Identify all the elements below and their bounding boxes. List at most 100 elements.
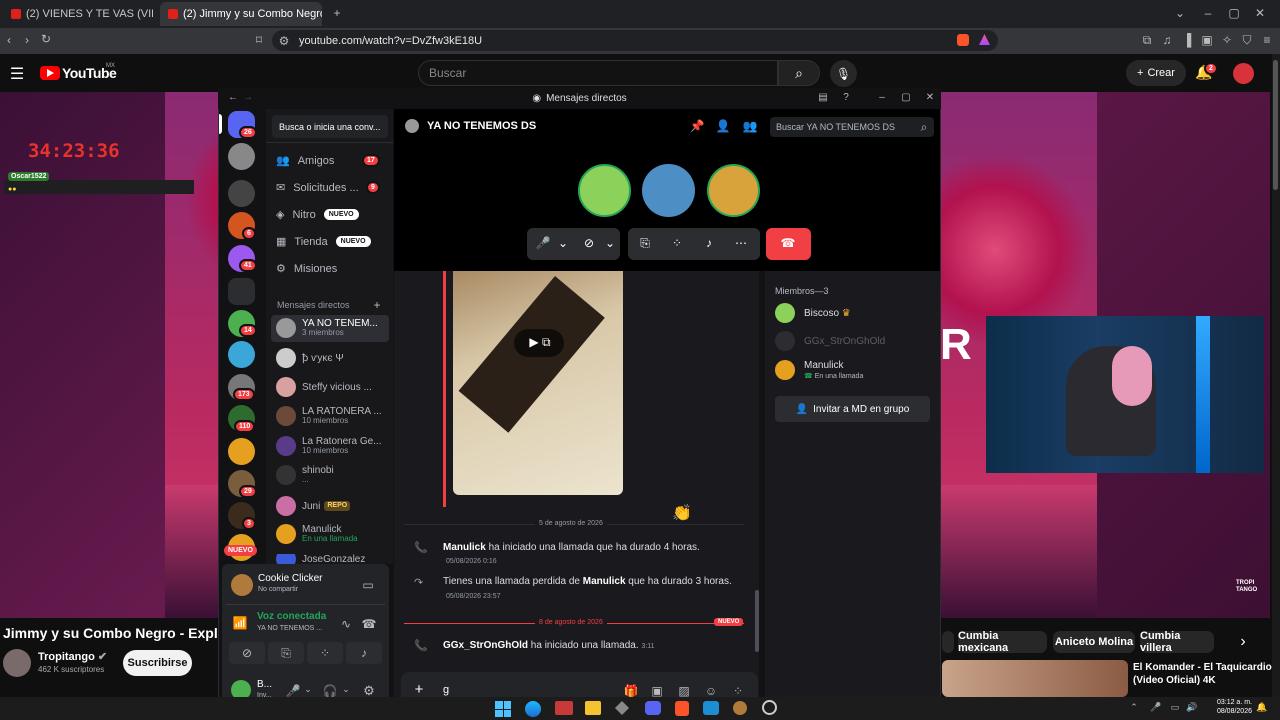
page-scrollbar-thumb[interactable] (1273, 60, 1278, 190)
taskbar-app-icon[interactable] (762, 700, 777, 715)
call-screen-share-icon[interactable]: ⎘ (638, 236, 652, 251)
channel-avatar[interactable] (3, 649, 31, 677)
subscribe-button[interactable]: Suscribirse (123, 650, 192, 676)
create-button[interactable]: + Crear (1126, 60, 1186, 86)
chip-cumbia-villera[interactable]: Cumbia villera (1140, 630, 1214, 654)
server-icon[interactable] (228, 341, 255, 368)
taskbar-app-icon[interactable] (733, 701, 747, 715)
nav-shop[interactable]: ▦ Tienda NUEVO (276, 235, 371, 248)
dm-item[interactable]: shinobi... (276, 465, 388, 485)
back-icon[interactable]: ‹ (2, 33, 16, 47)
new-tab-icon[interactable]: + (330, 6, 344, 20)
chip-cumbia-mexicana[interactable]: Cumbia mexicana (958, 630, 1047, 654)
attach-plus-icon[interactable]: + (412, 681, 426, 698)
discord-close-icon[interactable]: ✕ (924, 92, 936, 103)
url-field[interactable]: youtube.com/watch?v=DvZfw3kE18U (272, 30, 998, 51)
dm-item[interactable]: La Ratonera Ge... 10 miembros (276, 436, 388, 456)
nav-quests[interactable]: ⚙ Misiones (276, 262, 337, 276)
dm-item[interactable]: JoseGonzalez (276, 554, 388, 564)
message-user[interactable]: GGx_StrOnGhOld (443, 640, 528, 651)
nav-friends[interactable]: 👥 Amigos (276, 154, 334, 168)
server-folder-icon[interactable] (228, 278, 255, 305)
taskbar-app-icon[interactable] (703, 701, 719, 715)
help-icon[interactable]: ? (840, 92, 852, 103)
call-soundboard-icon[interactable]: ♪ (702, 236, 716, 250)
call-camera-chevron-icon[interactable]: ⌄ (605, 236, 615, 250)
microphone-icon[interactable]: 🎤 (286, 684, 301, 698)
maximize-icon[interactable]: ▢ (1228, 6, 1240, 20)
extensions-icon[interactable]: ⧉ (1140, 33, 1154, 48)
volume-icon[interactable]: 🔊 (1186, 702, 1198, 713)
recommended-thumbnail[interactable] (942, 660, 1128, 697)
dm-item[interactable]: Juni REPO (276, 496, 388, 516)
nav-requests[interactable]: ✉ Solicitudes ... (276, 181, 359, 195)
call-camera-off-icon[interactable]: ⊘ (583, 236, 595, 250)
channel-name-row[interactable]: Tropitango ✔ (38, 650, 107, 663)
brave-shield-icon[interactable] (957, 34, 969, 46)
tray-mic-icon[interactable]: 🎤 (1150, 702, 1162, 713)
dm-item[interactable]: LA RATONERA ... 10 miembros (276, 406, 388, 426)
chat-scrollbar-thumb[interactable] (755, 590, 759, 652)
hamburger-icon[interactable]: ☰ (9, 64, 25, 84)
voice-search-button[interactable]: 🎙 (830, 60, 857, 87)
site-info-icon[interactable]: ⚙ (278, 34, 290, 48)
sticker-icon[interactable]: ▨ (678, 684, 690, 698)
clock[interactable]: 03:12 a. m. 08/08/2026 (1208, 698, 1252, 716)
bookmark-icon[interactable]: ⌑ (252, 33, 266, 47)
forward-icon[interactable]: › (20, 33, 34, 47)
windows-start-icon[interactable] (495, 701, 511, 717)
dm-item[interactable]: YA NO TENEM... 3 miembros (276, 318, 388, 338)
recommended-title[interactable]: El Komander - El Taquicardio (Video Ofici… (1133, 661, 1272, 687)
call-participant-avatar[interactable] (707, 164, 760, 217)
member-name[interactable]: Manulick (804, 360, 843, 371)
soundboard-wave-icon[interactable]: ∿ (340, 617, 352, 631)
account-avatar[interactable] (1233, 63, 1254, 84)
forward-arrow-icon[interactable]: → (243, 92, 253, 103)
server-icon[interactable] (228, 180, 255, 207)
minimize-icon[interactable]: – (1202, 6, 1214, 20)
wallet-icon[interactable]: ▣ (1200, 33, 1214, 47)
call-participant-avatar[interactable] (642, 164, 695, 217)
call-mic-chevron-icon[interactable]: ⌄ (558, 236, 568, 250)
share-screen-icon[interactable]: ▭ (362, 578, 374, 592)
member-name[interactable]: GGx_StrOnGhOld (804, 336, 885, 347)
audio-options-chevron-icon[interactable]: ⌄ (342, 684, 350, 695)
apps-icon[interactable]: ⁘ (732, 684, 744, 698)
taskbar-app-icon[interactable] (555, 701, 573, 715)
call-more-icon[interactable]: ⋯ (734, 236, 748, 250)
search-button[interactable]: ⌕ (778, 60, 820, 86)
voice-channel-name[interactable]: YA NO TENEMOS ... (257, 625, 322, 632)
file-explorer-icon[interactable] (585, 701, 601, 715)
chip-aniceto-molina[interactable]: Aniceto Molina (1053, 631, 1135, 653)
voice-connected-label[interactable]: Voz conectada (257, 611, 326, 622)
reload-icon[interactable]: ↻ (38, 32, 54, 46)
discord-taskbar-icon[interactable] (645, 701, 661, 715)
message-user[interactable]: Manulick (443, 542, 486, 553)
chips-next-icon[interactable]: › (1234, 633, 1252, 651)
dm-item[interactable]: Steffy vicious ... (276, 377, 388, 397)
member-avatar[interactable] (775, 303, 795, 323)
member-avatar[interactable] (775, 331, 795, 351)
member-name-row[interactable]: Biscoso ♛ (804, 308, 851, 319)
dm-item[interactable]: Manulick En una llamada (276, 524, 388, 544)
chip-partial[interactable] (942, 631, 954, 653)
tray-chevron-icon[interactable]: ⌃ (1128, 702, 1140, 713)
channel-search-input[interactable]: Buscar YA NO TENEMOS DS (770, 117, 934, 137)
call-mic-icon[interactable]: 🎤 (536, 236, 551, 250)
close-window-icon[interactable]: ✕ (1254, 6, 1266, 20)
vpn-icon[interactable]: ⛉ (1240, 33, 1254, 48)
server-icon[interactable] (228, 438, 255, 465)
headphones-icon[interactable]: 🎧 (323, 684, 338, 698)
inbox-icon[interactable]: ▤ (817, 92, 829, 103)
back-arrow-icon[interactable]: ← (228, 92, 238, 103)
member-avatar[interactable] (775, 360, 795, 380)
notification-center-icon[interactable]: 🔔 (1256, 702, 1268, 713)
call-participant-avatar[interactable] (578, 164, 631, 217)
server-icon[interactable] (228, 143, 255, 170)
dm-item[interactable]: ꝥ ѵуκє Ψ (276, 348, 388, 368)
discord-minimize-icon[interactable]: – (876, 92, 888, 103)
disconnect-icon[interactable]: ☎ (362, 617, 377, 631)
media-icon[interactable]: ♫ (1160, 33, 1174, 47)
browser-tab-1[interactable]: (2) VIENES Y TE VAS (VIDEO OFICIAL (3, 2, 153, 26)
emoji-icon[interactable]: ☺ (705, 684, 717, 698)
